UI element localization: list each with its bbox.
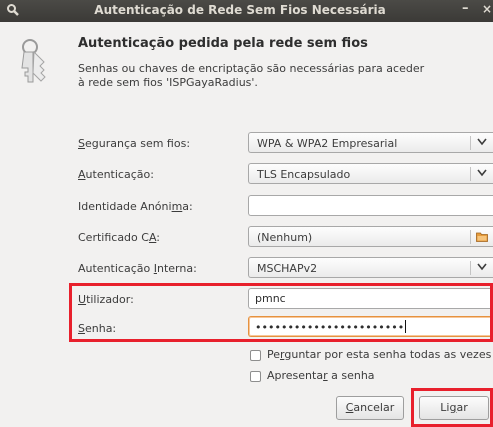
inner-auth-dropdown[interactable]: MSCHAPv2 [248, 257, 493, 278]
dialog-description: Senhas ou chaves de encriptação são nece… [78, 62, 438, 90]
search-icon [7, 4, 19, 16]
title-bar[interactable]: Autenticação de Rede Sem Fios Necessária… [0, 0, 493, 22]
anon-identity-label: Identidade Anónima: [78, 200, 193, 213]
show-password-label[interactable]: Apresentar a senha [267, 369, 375, 382]
inner-auth-label: Autenticação Interna: [78, 262, 197, 275]
show-password-checkbox[interactable] [250, 371, 261, 382]
dialog-heading: Autenticação pedida pela rede sem fios [78, 36, 368, 51]
window-title: Autenticação de Rede Sem Fios Necessária [94, 3, 386, 17]
minimize-button[interactable]: – [462, 1, 469, 16]
authentication-dropdown[interactable]: TLS Encapsulado [248, 163, 493, 184]
chevron-down-icon [477, 169, 487, 177]
connect-highlight [411, 388, 493, 427]
authentication-label: Autenticação: [78, 168, 154, 181]
ca-cert-chooser[interactable]: (Nenhum) [248, 226, 493, 247]
authentication-value: TLS Encapsulado [257, 168, 351, 181]
ca-cert-label: Certificado CA: [78, 231, 161, 244]
close-button[interactable]: × [482, 2, 492, 16]
description-line-1: Senhas ou chaves de encriptação são nece… [78, 62, 425, 75]
security-value: WPA & WPA2 Empresarial [257, 137, 398, 150]
folder-icon [476, 232, 488, 242]
chevron-down-icon [477, 263, 487, 271]
inner-auth-value: MSCHAPv2 [257, 262, 318, 275]
ask-password-checkbox[interactable] [250, 350, 261, 361]
ca-cert-value: (Nenhum) [257, 231, 313, 244]
ask-password-label[interactable]: Perguntar por esta senha todas as vezes [267, 348, 491, 361]
security-dropdown[interactable]: WPA & WPA2 Empresarial [248, 132, 493, 153]
credentials-highlight [69, 283, 493, 342]
chevron-down-icon [477, 138, 487, 146]
anon-identity-input[interactable] [248, 195, 493, 216]
security-label: Segurança sem fios: [78, 137, 191, 150]
description-line-2: à rede sem fios 'ISPGayaRadius'. [78, 76, 258, 89]
cancel-button[interactable]: Cancelar [336, 396, 404, 420]
keyring-icon [21, 39, 46, 83]
